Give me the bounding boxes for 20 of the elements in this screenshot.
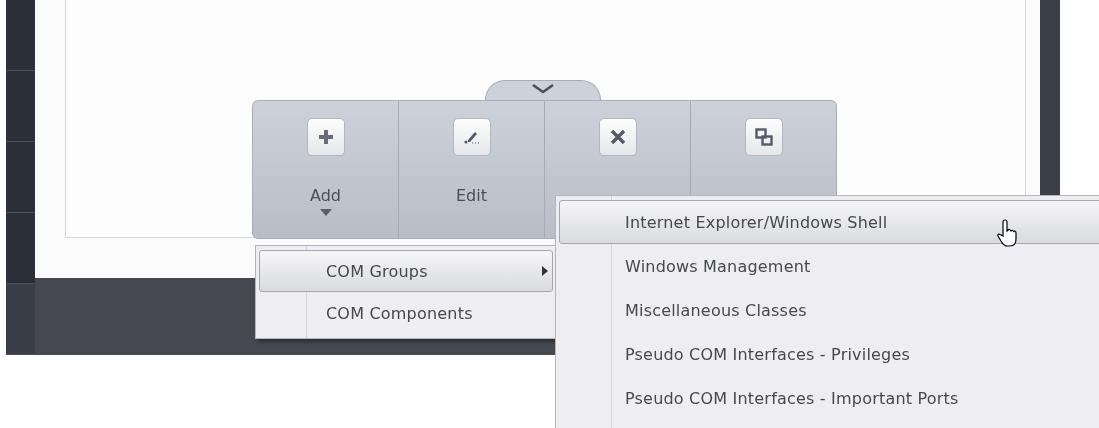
menu-item[interactable]: Windows Management xyxy=(559,244,1099,288)
pen-icon xyxy=(463,130,480,144)
menu-item[interactable]: Pseudo COM Interfaces - Privileges xyxy=(559,332,1099,376)
menu-item[interactable]: COM Components xyxy=(259,292,553,334)
menu-item[interactable]: Internet Explorer/Windows Shell xyxy=(559,200,1099,244)
collapse-tab[interactable] xyxy=(485,80,601,100)
close-icon xyxy=(609,129,626,145)
chevron-down-icon xyxy=(532,84,554,94)
toolbar-button[interactable] xyxy=(744,118,783,156)
group-icon xyxy=(754,128,773,146)
toolbar-button[interactable] xyxy=(306,118,345,156)
toolbar-button[interactable] xyxy=(452,118,491,156)
toolbar-button[interactable] xyxy=(598,118,637,156)
button-label[interactable]: Edit xyxy=(456,186,487,205)
button-label[interactable]: Add xyxy=(310,186,341,205)
dropdown-caret-icon[interactable] xyxy=(319,209,332,216)
menu-item[interactable]: Pseudo COM Interfaces - Important Ports xyxy=(559,376,1099,420)
menu-item[interactable]: COM Groups xyxy=(259,250,553,292)
menu-item[interactable]: Miscellaneous Classes xyxy=(559,288,1099,332)
plus-icon xyxy=(318,130,333,144)
